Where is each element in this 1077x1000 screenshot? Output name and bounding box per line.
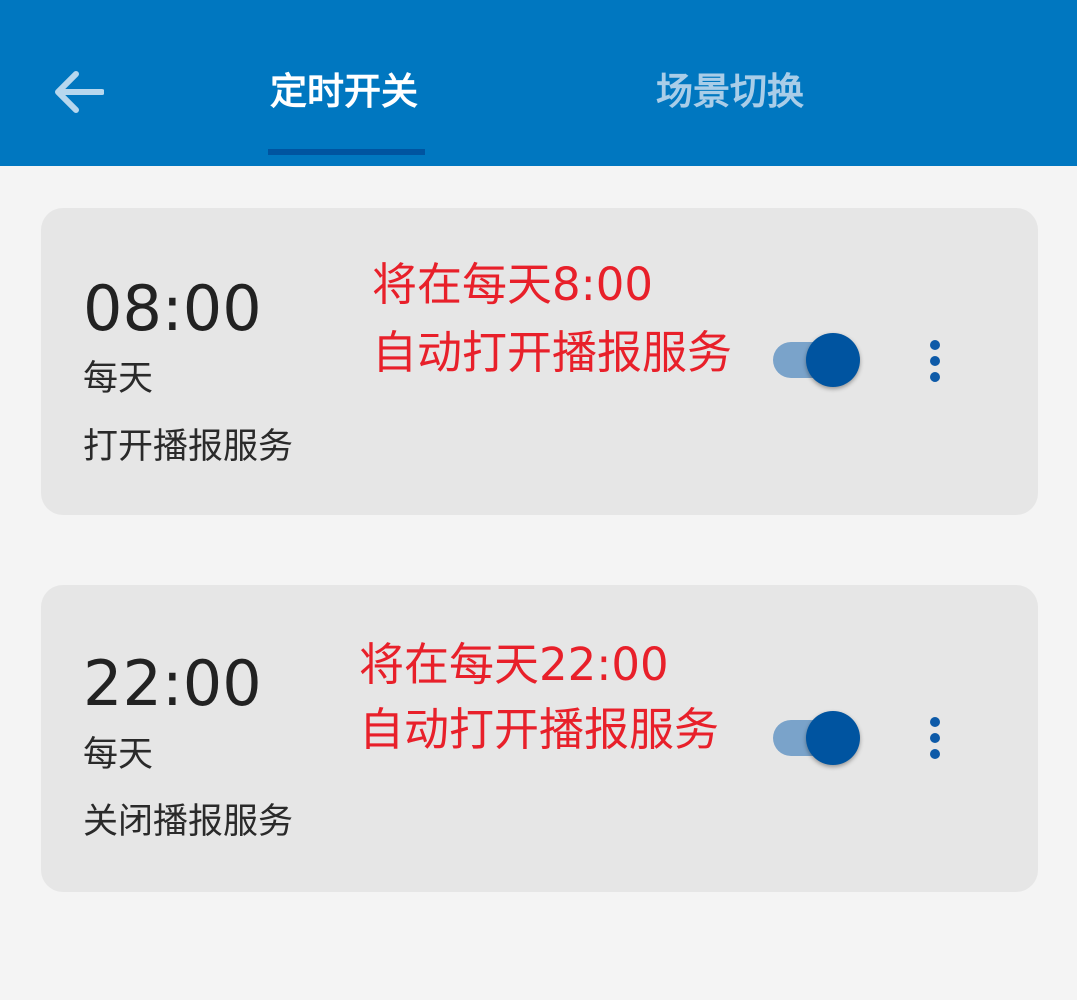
tab-scene-switch[interactable]: 场景切换: [656, 62, 804, 122]
timer-action: 打开播报服务: [83, 427, 294, 467]
timer-repeat: 每天: [83, 735, 154, 775]
annotation-line-1: 将在每天22:00: [359, 638, 669, 691]
annotation-line-1: 将在每天8:00: [372, 258, 654, 311]
timer-action: 关闭播报服务: [83, 802, 294, 842]
timer-time: 22:00: [83, 647, 262, 720]
more-vertical-icon-dot: [930, 749, 940, 759]
timer-enable-toggle[interactable]: [771, 708, 861, 768]
annotation-line-2: 自动打开播报服务: [372, 326, 733, 379]
more-vertical-icon-dot: [930, 356, 940, 366]
more-vertical-icon: [930, 340, 940, 350]
more-vertical-icon-dot: [930, 372, 940, 382]
tab-timer-switch[interactable]: 定时开关: [270, 62, 418, 122]
annotation-line-2: 自动打开播报服务: [359, 703, 720, 756]
back-button[interactable]: [46, 60, 110, 124]
more-vertical-icon: [930, 717, 940, 727]
tab-indicator: [268, 149, 425, 155]
timer-card[interactable]: 08:00 每天 打开播报服务 将在每天8:00 自动打开播报服务: [41, 208, 1038, 515]
timer-enable-toggle[interactable]: [771, 330, 861, 390]
app-header: 定时开关 场景切换: [0, 0, 1077, 166]
more-options-button[interactable]: [915, 331, 955, 391]
more-options-button[interactable]: [915, 708, 955, 768]
timer-card[interactable]: 22:00 每天 关闭播报服务 将在每天22:00 自动打开播报服务: [41, 585, 1038, 892]
timer-time: 08:00: [83, 272, 262, 345]
more-vertical-icon-dot: [930, 733, 940, 743]
toggle-thumb: [806, 711, 860, 765]
timer-repeat: 每天: [83, 359, 154, 399]
arrow-left-icon: [55, 71, 104, 113]
toggle-thumb: [806, 333, 860, 387]
